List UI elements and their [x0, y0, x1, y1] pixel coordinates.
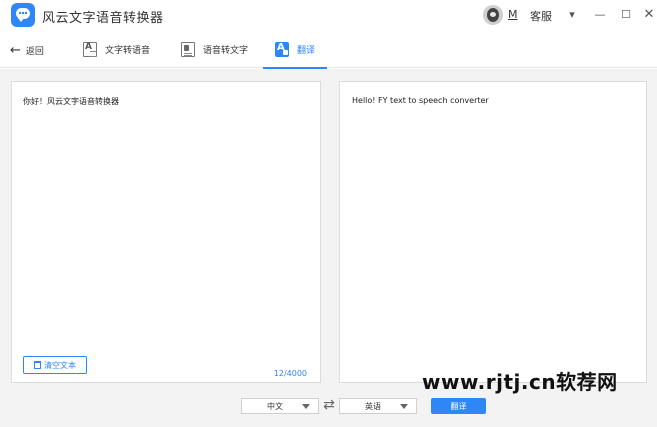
tab-label: 翻译 [296, 45, 315, 56]
text-doc-icon [83, 41, 97, 57]
tab-text-to-speech[interactable]: 文字转语音 [83, 30, 150, 68]
tab-label: 文字转语音 [105, 45, 151, 56]
source-language-value: 中文 [267, 401, 283, 411]
clear-text-button[interactable]: 清空文本 [23, 356, 87, 374]
swap-languages-icon[interactable]: ⇄ [320, 396, 338, 414]
target-language-value: 英语 [365, 401, 381, 411]
source-text-input[interactable]: 你好！风云文字语音转换器 [23, 96, 313, 346]
tab-label: 语音转文字 [203, 45, 249, 56]
translate-controls: 中文 ⇄ 英语 翻译 [0, 396, 657, 416]
menu-dropdown-icon[interactable]: ▾ [563, 6, 581, 24]
char-count: 12/4000 [273, 369, 307, 378]
trash-icon [34, 361, 41, 369]
target-language-select[interactable]: 英语 [339, 398, 417, 414]
source-language-select[interactable]: 中文 [241, 398, 319, 414]
tab-translate[interactable]: 翻译 [263, 30, 327, 69]
result-text: Hello! FY text to speech converter [352, 96, 489, 105]
chevron-down-icon [302, 403, 310, 409]
speech-doc-icon [181, 41, 195, 57]
app-title: 风云文字语音转换器 [42, 11, 164, 26]
translate-icon [274, 41, 289, 57]
customer-service-link[interactable]: 客服 [530, 8, 552, 24]
chevron-down-icon [400, 403, 408, 409]
back-label: 返回 [25, 46, 44, 57]
close-icon[interactable]: ✕ [640, 6, 657, 24]
nav-bar: ← 返回 文字转语音 语音转文字 翻译 [0, 30, 657, 69]
watermark-text: www.rjtj.cn软荐网 [422, 370, 618, 394]
title-bar: 风云文字语音转换器 M 客服 ▾ — ☐ ✕ [0, 0, 657, 30]
maximize-icon[interactable]: ☐ [617, 6, 635, 24]
user-avatar[interactable] [483, 5, 503, 25]
tab-speech-to-text[interactable]: 语音转文字 [181, 30, 248, 68]
app-logo-icon [11, 3, 35, 27]
username-link[interactable]: M [508, 8, 518, 21]
translate-button[interactable]: 翻译 [431, 398, 486, 414]
back-arrow-icon: ← [10, 42, 21, 58]
source-panel: 你好！风云文字语音转换器 清空文本 12/4000 [11, 81, 321, 383]
minimize-icon[interactable]: — [591, 6, 609, 24]
result-panel: Hello! FY text to speech converter [339, 81, 647, 383]
clear-text-label: 清空文本 [44, 360, 76, 370]
back-button[interactable]: ← 返回 [10, 41, 44, 59]
